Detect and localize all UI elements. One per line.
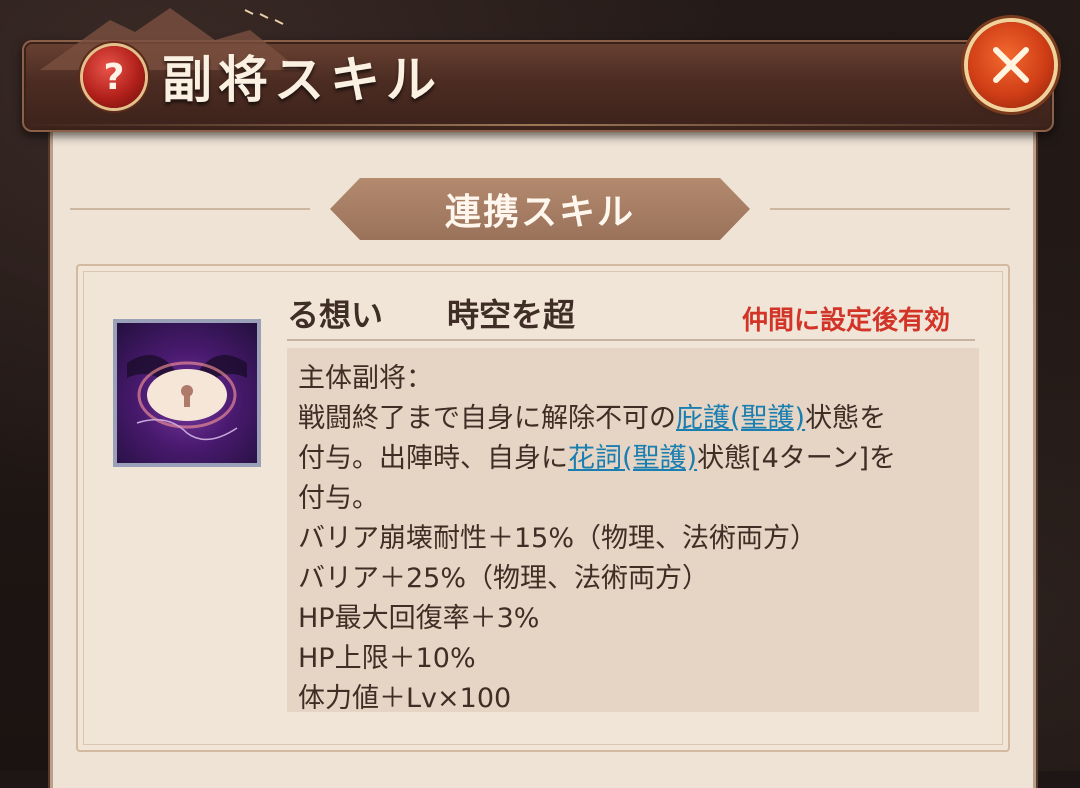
dialog-title: 副将スキル	[162, 51, 442, 109]
help-button[interactable]: ?	[83, 46, 145, 108]
close-icon	[993, 47, 1029, 83]
skill-status: 仲間に設定後有効	[742, 306, 951, 336]
skill-name-divider	[287, 339, 975, 341]
section-tab-label: 連携スキル	[444, 192, 635, 233]
desc-line-8: HP上限＋10%	[298, 643, 476, 674]
desc-line-2: 戦闘終了まで自身に解除不可の庇護(聖護)状態を	[298, 403, 887, 434]
skill-icon	[113, 319, 261, 467]
status-link-protection[interactable]: 庇護(聖護)	[676, 403, 805, 434]
lock-emblem-icon	[127, 355, 247, 441]
section-tab: 連携スキル	[330, 178, 750, 240]
desc-line-3: 付与。出陣時、自身に花詞(聖護)状態[4ターン]を	[298, 443, 896, 474]
skill-name: る想い 時空を超	[287, 296, 576, 334]
desc-line-6: バリア＋25%（物理、法術両方）	[298, 563, 710, 594]
section-divider-left	[70, 208, 310, 210]
desc-line-4: 付与。	[298, 483, 379, 514]
question-icon: ?	[103, 56, 125, 98]
close-button[interactable]	[968, 22, 1054, 108]
desc-line-5: バリア崩壊耐性＋15%（物理、法術両方）	[298, 523, 818, 554]
desc-line-1: 主体副将：	[298, 363, 433, 394]
desc-line-7: HP最大回復率＋3%	[298, 603, 540, 634]
status-link-flower[interactable]: 花詞(聖護)	[568, 443, 697, 474]
desc-line-9: 体力値＋Lv×100	[298, 683, 512, 714]
section-divider-right	[770, 208, 1010, 210]
